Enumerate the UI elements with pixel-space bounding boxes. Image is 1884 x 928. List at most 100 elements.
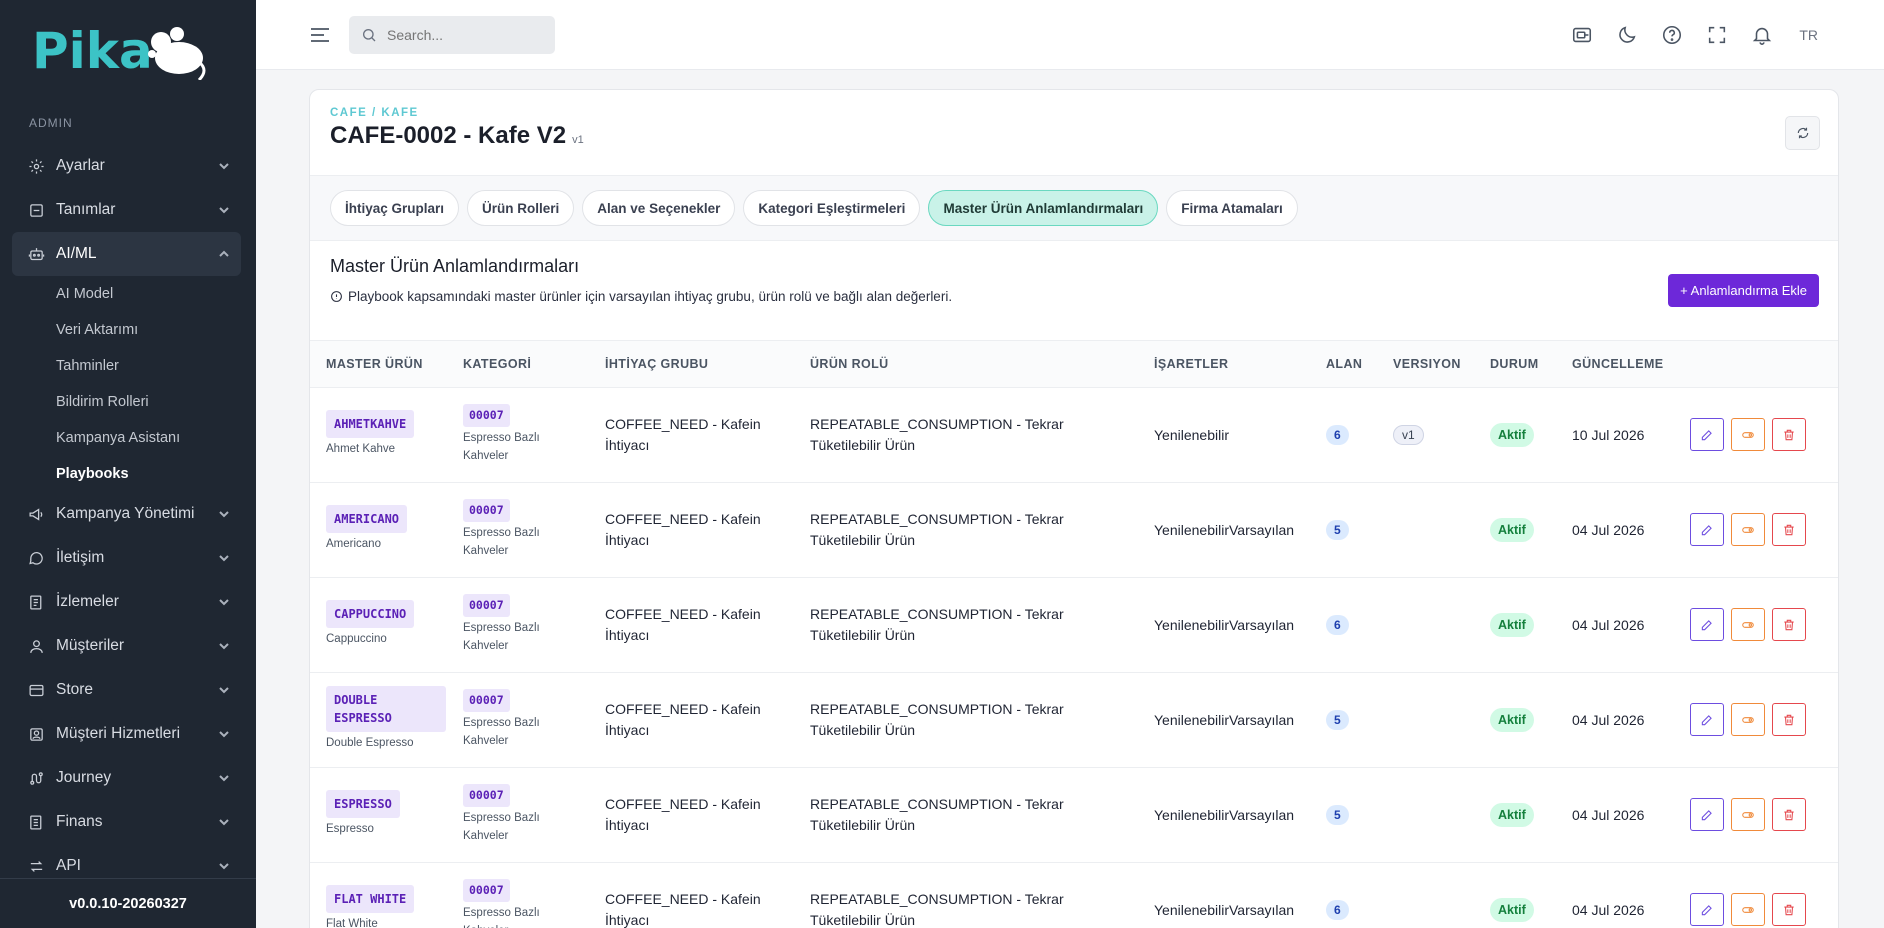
tab-ihtiyac-gruplari[interactable]: İhtiyaç Grupları xyxy=(330,190,460,226)
column-header-kategori[interactable]: KATEGORİ xyxy=(463,341,605,388)
column-header-master-urun[interactable]: MASTER ÜRÜN xyxy=(310,341,463,388)
table-row[interactable]: FLAT WHITE Flat White 00007 Espresso Bazlı … xyxy=(310,862,1838,928)
tab-alan-ve-secenekler[interactable]: Alan ve Seçenekler xyxy=(582,190,736,226)
column-header-guncelleme[interactable]: GÜNCELLEME xyxy=(1572,341,1690,388)
product-code-badge[interactable]: ESPRESSO xyxy=(326,790,400,819)
edit-button[interactable] xyxy=(1690,703,1724,736)
tab-urun-rolleri[interactable]: Ürün Rolleri xyxy=(467,190,575,226)
edit-icon xyxy=(1700,618,1714,632)
delete-button[interactable] xyxy=(1772,893,1806,926)
cell-ihtiyac-grubu: COFFEE_NEED - Kafein İhtiyacı xyxy=(605,387,810,483)
bell-icon[interactable] xyxy=(1750,23,1774,47)
sidebar-subitem-bildirim-rolleri[interactable]: Bildirim Rolleri xyxy=(0,384,256,420)
tab-firma-atamalari[interactable]: Firma Atamaları xyxy=(1166,190,1298,226)
sidebar-item-store[interactable]: Store xyxy=(0,668,256,712)
language-switcher[interactable]: TR xyxy=(1799,27,1818,43)
row-actions xyxy=(1690,703,1838,736)
sidebar-section-label: ADMIN xyxy=(29,116,73,130)
tab-kategori-eslestirmeleri[interactable]: Kategori Eşleştirmeleri xyxy=(743,190,921,226)
search-input[interactable] xyxy=(387,27,537,43)
table-row[interactable]: DOUBLE ESPRESSO Double Espresso 00007 Espre… xyxy=(310,672,1838,768)
toggle-button[interactable] xyxy=(1731,703,1765,736)
edit-button[interactable] xyxy=(1690,798,1724,831)
column-header-ihtiyac-grubu[interactable]: İHTİYAÇ GRUBU xyxy=(605,341,810,388)
wallet-icon[interactable] xyxy=(1570,23,1594,47)
sidebar-subitem-ai-model[interactable]: AI Model xyxy=(0,276,256,312)
column-header-versiyon[interactable]: VERSIYON xyxy=(1393,341,1490,388)
search-box[interactable] xyxy=(349,16,555,54)
product-code-badge[interactable]: DOUBLE ESPRESSO xyxy=(326,686,446,733)
sidebar-item-aiml[interactable]: AI/ML xyxy=(12,232,241,276)
table-row[interactable]: AHMETKAHVE Ahmet Kahve 00007 Espresso Bazlı… xyxy=(310,387,1838,483)
table-row[interactable]: CAPPUCCINO Cappuccino 00007 Espresso Bazlı … xyxy=(310,577,1838,673)
column-header-urun-rolu[interactable]: ÜRÜN ROLÜ xyxy=(810,341,1154,388)
refresh-icon xyxy=(1797,127,1808,139)
toggle-button[interactable] xyxy=(1731,513,1765,546)
sidebar-subitem-kampanya-asistani[interactable]: Kampanya Asistanı xyxy=(0,420,256,456)
cell-urun-rolu: REPEATABLE_CONSUMPTION - Tekrar Tüketile… xyxy=(810,862,1154,928)
toggle-button[interactable] xyxy=(1731,798,1765,831)
cell-actions xyxy=(1690,862,1838,928)
svg-text:Pika: Pika xyxy=(32,22,153,80)
sidebar-subitem-veri-aktarimi[interactable]: Veri Aktarımı xyxy=(0,312,256,348)
sidebar-item-musteriler[interactable]: Müşteriler xyxy=(0,624,256,668)
cell-actions xyxy=(1690,387,1838,483)
sidebar-item-kampanya-yonetimi[interactable]: Kampanya Yönetimi xyxy=(0,492,256,536)
edit-button[interactable] xyxy=(1690,418,1724,451)
logo[interactable]: Pika xyxy=(0,0,256,100)
chevron-up-icon xyxy=(218,247,230,259)
cell-alan: 5 xyxy=(1326,482,1393,578)
toggle-button[interactable] xyxy=(1731,418,1765,451)
toggle-button[interactable] xyxy=(1731,608,1765,641)
cell-alan: 5 xyxy=(1326,672,1393,768)
toggle-button[interactable] xyxy=(1731,893,1765,926)
status-badge: Aktif xyxy=(1490,707,1534,732)
edit-button[interactable] xyxy=(1690,513,1724,546)
delete-button[interactable] xyxy=(1772,418,1806,451)
table-row[interactable]: ESPRESSO Espresso 00007 Espresso Bazlı Kahv… xyxy=(310,767,1838,863)
pika-logo-icon: Pika xyxy=(32,22,206,80)
category-code-badge: 00007 xyxy=(463,879,510,903)
sidebar-item-label: İletişim xyxy=(56,549,105,566)
column-header-isaretler[interactable]: İŞARETLER xyxy=(1154,341,1326,388)
dark-mode-icon[interactable] xyxy=(1615,23,1639,47)
sidebar-item-musteri-hizmetleri[interactable]: Müşteri Hizmetleri xyxy=(0,712,256,756)
product-code-badge[interactable]: CAPPUCCINO xyxy=(326,600,415,629)
sidebar-item-finans[interactable]: Finans xyxy=(0,800,256,844)
breadcrumb[interactable]: CAFE / KAFE xyxy=(330,107,419,119)
refresh-button[interactable] xyxy=(1785,116,1820,150)
store-icon xyxy=(27,681,45,699)
category-name: Espresso Bazlı Kahveler xyxy=(463,622,540,652)
tab-master-urun-anlamlandirmalari[interactable]: Master Ürün Anlamlandırmaları xyxy=(928,190,1159,226)
sidebar: Pika ADMIN Ayarlar Tanımlar AI/ML AI Mod… xyxy=(0,0,256,928)
sidebar-item-iletisim[interactable]: İletişim xyxy=(0,536,256,580)
add-mapping-button[interactable]: + Anlamlandırma Ekle xyxy=(1668,274,1819,307)
product-name: Cappuccino xyxy=(326,633,387,646)
edit-button[interactable] xyxy=(1690,893,1724,926)
sidebar-item-ayarlar[interactable]: Ayarlar xyxy=(0,144,256,188)
sidebar-subitem-playbooks[interactable]: Playbooks xyxy=(0,456,256,492)
product-code-badge[interactable]: AHMETKAHVE xyxy=(326,410,415,439)
mapping-table: MASTER ÜRÜN KATEGORİ İHTİYAÇ GRUBU ÜRÜN … xyxy=(310,341,1838,928)
sidebar-item-izlemeler[interactable]: İzlemeler xyxy=(0,580,256,624)
cell-urun-rolu: REPEATABLE_CONSUMPTION - Tekrar Tüketile… xyxy=(810,767,1154,863)
sidebar-item-tanimlar[interactable]: Tanımlar xyxy=(0,188,256,232)
edit-button[interactable] xyxy=(1690,608,1724,641)
help-icon[interactable] xyxy=(1660,23,1684,47)
table-row[interactable]: AMERICANO Americano 00007 Espresso Bazlı Ka… xyxy=(310,482,1838,578)
product-code-badge[interactable]: AMERICANO xyxy=(326,505,408,534)
sidebar-item-label: AI/ML xyxy=(56,245,97,262)
product-code-badge[interactable]: FLAT WHITE xyxy=(326,885,415,914)
delete-button[interactable] xyxy=(1772,703,1806,736)
delete-button[interactable] xyxy=(1772,798,1806,831)
menu-toggle-button[interactable] xyxy=(308,23,332,47)
column-header-alan[interactable]: ALAN xyxy=(1326,341,1393,388)
cell-ihtiyac-grubu: COFFEE_NEED - Kafein İhtiyacı xyxy=(605,672,810,768)
sidebar-item-journey[interactable]: Journey xyxy=(0,756,256,800)
column-header-durum[interactable]: DURUM xyxy=(1490,341,1572,388)
cell-urun-rolu: REPEATABLE_CONSUMPTION - Tekrar Tüketile… xyxy=(810,387,1154,483)
delete-button[interactable] xyxy=(1772,513,1806,546)
sidebar-subitem-tahminler[interactable]: Tahminler xyxy=(0,348,256,384)
delete-button[interactable] xyxy=(1772,608,1806,641)
fullscreen-icon[interactable] xyxy=(1705,23,1729,47)
